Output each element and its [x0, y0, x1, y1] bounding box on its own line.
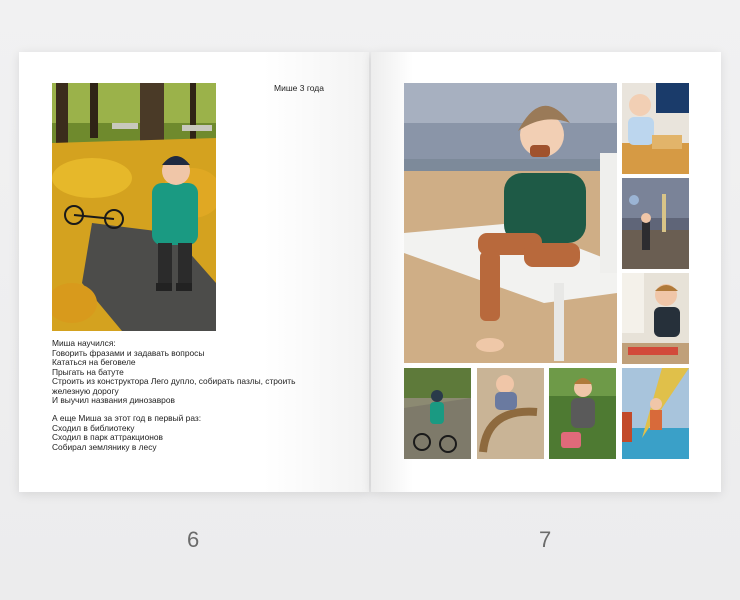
page-number-right: 7 [539, 527, 552, 552]
page-number-left: 6 [187, 527, 200, 552]
trampoline-photo [622, 368, 689, 459]
beach-photo [404, 83, 617, 363]
firsts-list: А еще Миша за этот год в первый раз: Схо… [52, 413, 352, 452]
firsts-item: Собирал землянику в лесу [52, 441, 157, 452]
toy-play-photo [622, 273, 689, 364]
learned-item: И выучил названия динозавров [52, 395, 175, 405]
city-evening-photo [622, 178, 689, 269]
balance-bike-photo [404, 368, 471, 459]
page-title: Мише 3 года [274, 83, 324, 93]
autumn-park-photo [52, 83, 216, 331]
lego-building-photo [622, 83, 689, 174]
left-page: Мише 3 года Миша научился: Говорить фраз… [19, 52, 369, 492]
right-page [371, 52, 721, 492]
strawberry-picking-photo [549, 368, 616, 459]
learned-list: Миша научился: Говорить фразами и задава… [52, 338, 352, 406]
toy-railway-photo [477, 368, 544, 459]
